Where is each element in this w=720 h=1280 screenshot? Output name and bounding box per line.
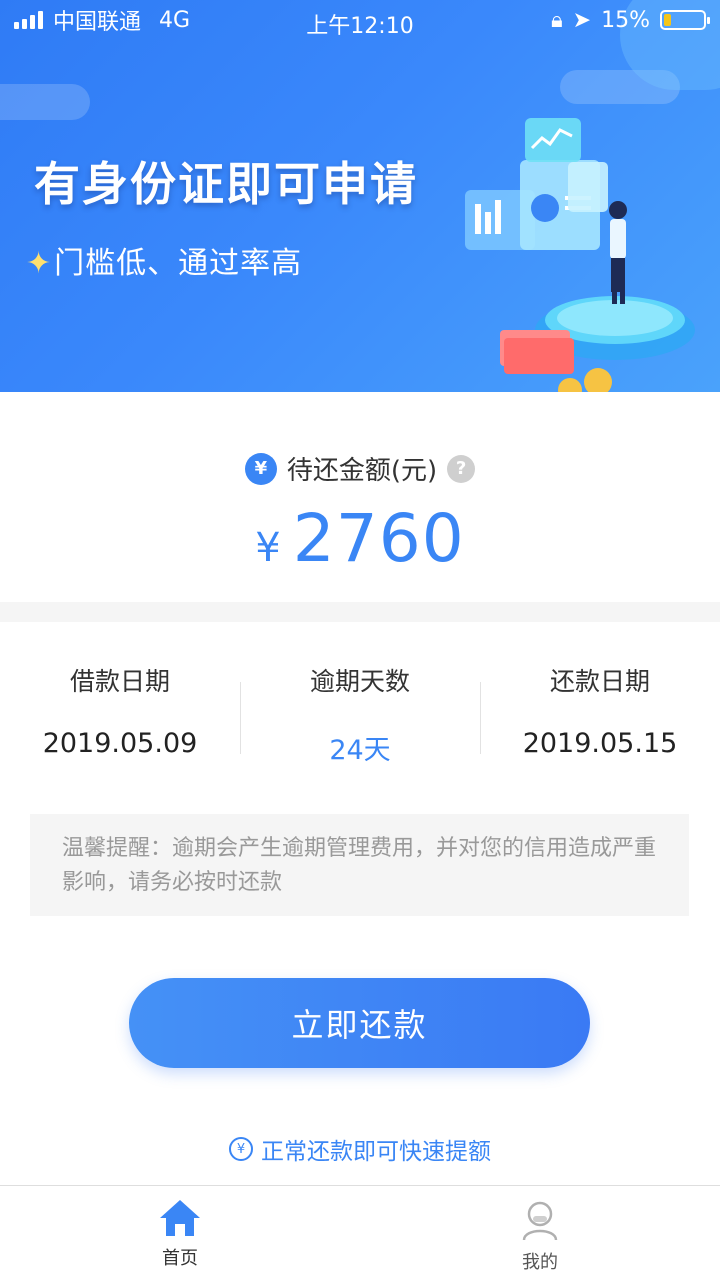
quota-tip[interactable]: ¥ 正常还款即可快速提额 bbox=[0, 1132, 720, 1166]
banner-title: 有身份证即可申请 bbox=[34, 157, 418, 211]
overdue-days-column: 逾期天数 24天 bbox=[240, 650, 480, 770]
tab-home-label: 首页 bbox=[162, 1248, 198, 1269]
promo-banner[interactable]: 有身份证即可申请 ✦门槛低、通过率高 bbox=[0, 0, 720, 392]
quota-tip-text: 正常还款即可快速提额 bbox=[261, 1139, 491, 1165]
loan-date-label: 借款日期 bbox=[69, 667, 170, 696]
user-icon bbox=[522, 1201, 558, 1241]
amount-value: 2760 bbox=[292, 500, 465, 577]
home-icon bbox=[160, 1200, 200, 1236]
banner-illustration bbox=[465, 118, 695, 392]
overdue-days-value: 24天 bbox=[329, 735, 391, 766]
location-arrow-icon: ➤ bbox=[572, 7, 592, 33]
overdue-notice: 温馨提醒：逾期会产生逾期管理费用，并对您的信用造成严重影响，请务必按时还款 bbox=[30, 814, 689, 916]
banner-subtitle-text: 门槛低、通过率高 bbox=[54, 246, 303, 281]
tab-bar: 首页 我的 bbox=[0, 1185, 720, 1280]
sparkle-icon: ✦ bbox=[26, 246, 53, 281]
amount-label-row: ¥ 待还金额(元) ? bbox=[0, 450, 720, 487]
loan-date-value: 2019.05.09 bbox=[42, 728, 198, 759]
tab-mine-label: 我的 bbox=[522, 1252, 558, 1273]
carrier-name: 中国联通 bbox=[53, 10, 142, 35]
battery-percent: 15% bbox=[601, 7, 650, 33]
section-divider bbox=[0, 602, 720, 622]
repay-date-column: 还款日期 2019.05.15 bbox=[480, 650, 720, 770]
tab-home[interactable]: 首页 bbox=[0, 1186, 360, 1280]
signal-icon bbox=[14, 11, 43, 29]
battery-icon bbox=[660, 10, 710, 30]
yen-circle-icon: ¥ bbox=[244, 452, 277, 485]
banner-subtitle: ✦门槛低、通过率高 bbox=[26, 238, 302, 282]
repay-date-label: 还款日期 bbox=[549, 667, 650, 696]
status-bar: 中国联通 4G 上午12:10 🔒︎ ➤ 15% bbox=[0, 0, 720, 40]
overdue-days-label: 逾期天数 bbox=[309, 667, 410, 696]
network-type: 4G bbox=[159, 7, 191, 33]
quota-up-icon: ¥ bbox=[229, 1137, 253, 1161]
repay-date-value: 2019.05.15 bbox=[522, 728, 678, 759]
help-icon[interactable]: ? bbox=[447, 454, 476, 483]
loan-info-row: 借款日期 2019.05.09 逾期天数 24天 还款日期 2019.05.15 bbox=[0, 650, 720, 770]
orientation-lock-icon: 🔒︎ bbox=[550, 7, 563, 33]
amount-label: 待还金额(元) bbox=[286, 456, 438, 486]
currency-symbol: ¥ bbox=[255, 525, 281, 571]
loan-date-column: 借款日期 2019.05.09 bbox=[0, 650, 240, 770]
amount-display: ¥ 2760 bbox=[0, 500, 720, 577]
repay-now-button[interactable]: 立即还款 bbox=[129, 978, 590, 1068]
tab-mine[interactable]: 我的 bbox=[360, 1186, 720, 1280]
